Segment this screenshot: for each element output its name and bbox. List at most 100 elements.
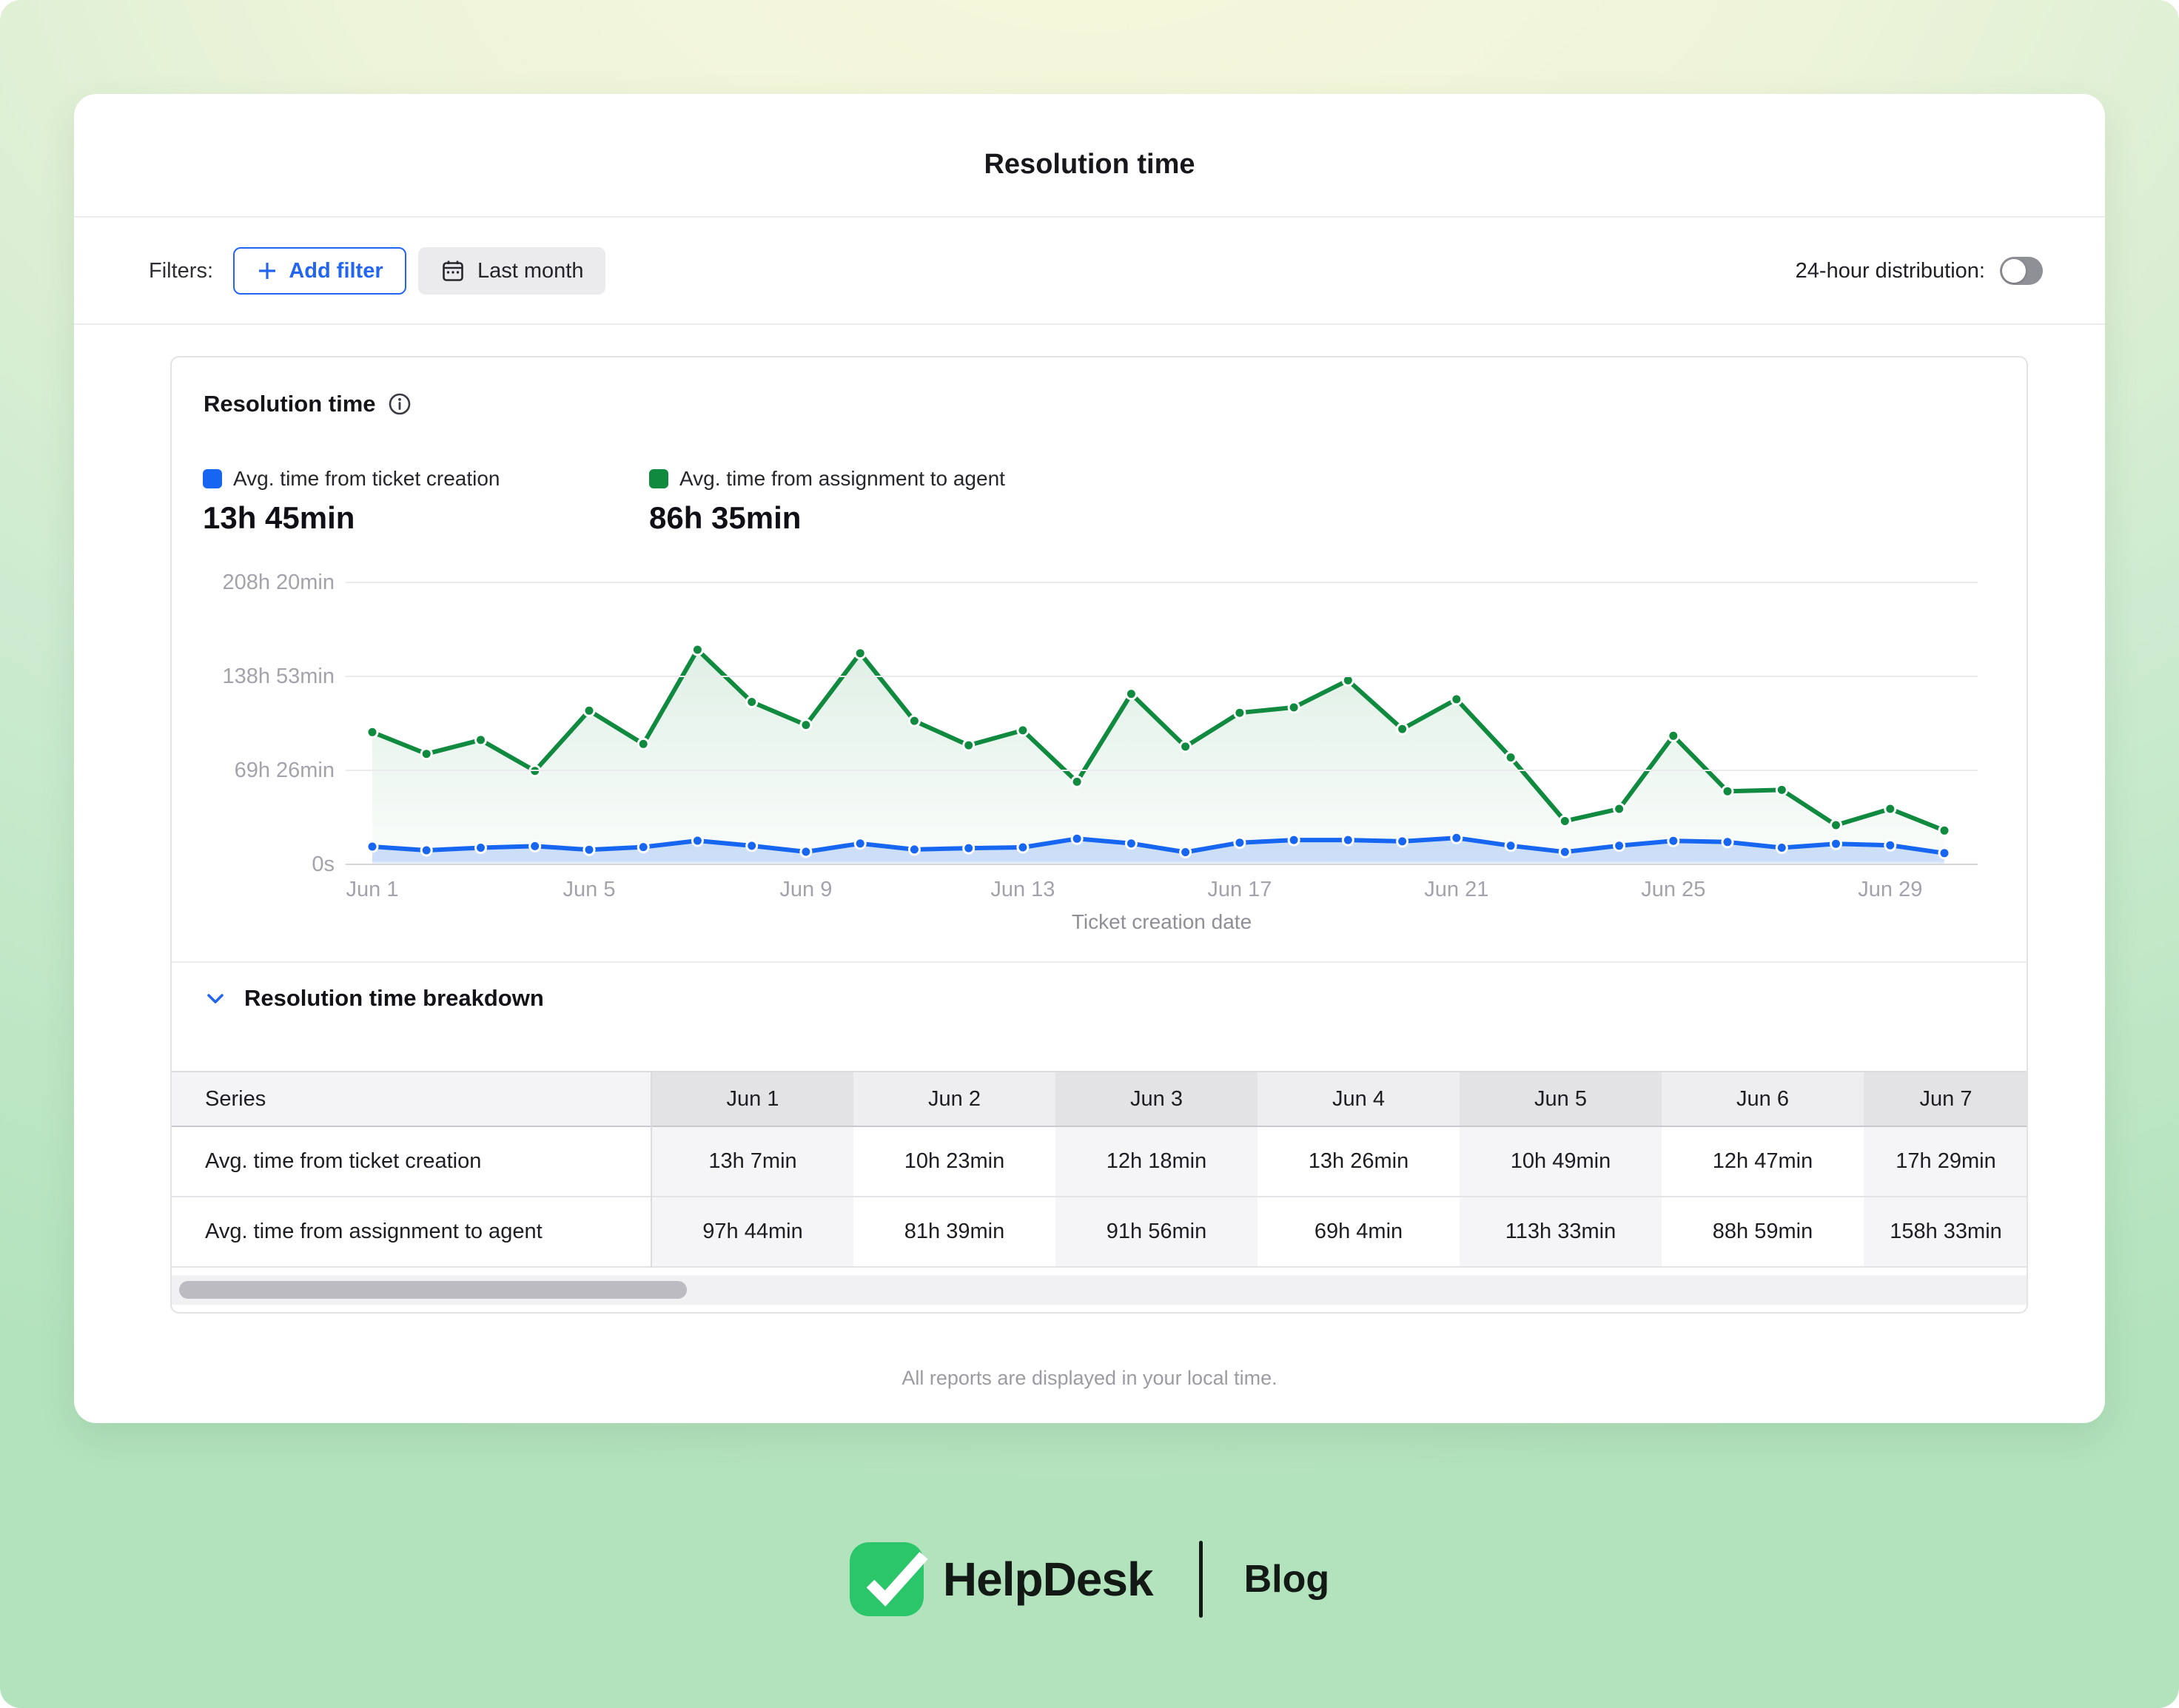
data-point-blue (638, 842, 648, 853)
data-point-blue (421, 845, 432, 855)
gridline (346, 676, 1978, 677)
data-point-green (1939, 825, 1950, 835)
divider (74, 323, 2105, 325)
data-point-green (1614, 804, 1625, 814)
table-row: Avg. time from ticket creation 13h 7min … (172, 1126, 2028, 1197)
info-icon[interactable] (388, 392, 412, 416)
data-point-green (421, 749, 432, 759)
data-point-green (1885, 804, 1896, 814)
y-axis-tick-label: 69h 26min (170, 757, 335, 784)
column-header: Jun 1 (651, 1072, 853, 1126)
card-title-row: Resolution time (204, 391, 412, 417)
y-axis-tick-label: 208h 20min (170, 569, 335, 596)
column-header: Jun 2 (853, 1072, 1055, 1126)
cell-value: 113h 33min (1460, 1197, 1662, 1267)
column-header: Jun 3 (1055, 1072, 1258, 1126)
card-title: Resolution time (204, 391, 376, 417)
distribution-toggle[interactable] (2000, 257, 2043, 285)
date-range-button[interactable]: Last month (418, 247, 605, 295)
data-point-blue (692, 835, 702, 846)
report-card: Resolution time Filters: Add filter (74, 94, 2105, 1423)
cell-value: 12h 47min (1662, 1126, 1864, 1197)
page-title: Resolution time (74, 149, 2105, 181)
plus-icon (256, 260, 278, 282)
data-point-blue (1126, 838, 1136, 849)
gridline (346, 864, 1978, 865)
data-point-green (1776, 784, 1787, 795)
x-axis-tick-label: Jun 25 (1641, 878, 1705, 902)
table-row: Avg. time from assignment to agent 97h 4… (172, 1197, 2028, 1267)
column-header: Jun 6 (1662, 1072, 1864, 1126)
data-point-blue (1072, 833, 1082, 844)
data-point-green (1235, 707, 1245, 718)
data-point-green (1668, 730, 1679, 741)
brand-name: HelpDesk (943, 1552, 1153, 1607)
data-point-green (1722, 786, 1733, 796)
cell-value: 97h 44min (651, 1197, 853, 1267)
data-point-blue (367, 841, 377, 852)
data-point-green (1831, 820, 1841, 830)
gridline (346, 582, 1978, 583)
data-point-green (801, 720, 811, 730)
data-point-green (964, 740, 974, 750)
data-point-blue (1343, 835, 1353, 845)
legend-label: Avg. time from assignment to agent (679, 467, 1005, 491)
row-label: Avg. time from assignment to agent (172, 1197, 651, 1267)
data-point-green (476, 735, 486, 745)
legend-swatch-green (649, 469, 668, 488)
cell-value: 69h 4min (1258, 1197, 1460, 1267)
date-range-label: Last month (477, 259, 583, 283)
data-point-green (1451, 694, 1462, 705)
x-axis-tick-label: Jun 1 (346, 878, 399, 902)
data-point-green (1126, 689, 1136, 699)
data-point-blue (747, 841, 757, 851)
chevron-down-icon (203, 986, 228, 1011)
data-point-green (855, 648, 865, 659)
data-point-green (1559, 816, 1570, 827)
breakdown-toggle[interactable]: Resolution time breakdown (203, 985, 544, 1012)
x-axis-tick-label: Jun 29 (1858, 878, 1922, 902)
data-point-green (367, 727, 377, 737)
toggle-knob (2002, 259, 2026, 283)
data-point-blue (964, 843, 974, 853)
cell-value: 91h 56min (1055, 1197, 1258, 1267)
brand-blog-link: Blog (1244, 1557, 1330, 1601)
data-point-green (638, 739, 648, 749)
legend-item-assignment-agent: Avg. time from assignment to agent 86h 3… (649, 467, 1005, 536)
divider (172, 961, 2027, 963)
add-filter-label: Add filter (289, 259, 383, 283)
cell-value: 17h 29min (1864, 1126, 2028, 1197)
horizontal-scrollbar-track[interactable] (172, 1275, 2027, 1305)
data-point-blue (1885, 840, 1896, 850)
gridline (346, 770, 1978, 771)
data-point-blue (530, 841, 540, 851)
horizontal-scrollbar-thumb[interactable] (179, 1281, 687, 1299)
data-point-green (692, 645, 702, 655)
data-point-blue (1451, 833, 1462, 843)
data-point-green (1018, 725, 1028, 736)
cell-value: 158h 33min (1864, 1197, 2028, 1267)
local-time-note: All reports are displayed in your local … (74, 1367, 2105, 1390)
data-point-blue (1559, 847, 1570, 857)
add-filter-button[interactable]: Add filter (233, 247, 406, 295)
cell-value: 12h 18min (1055, 1126, 1258, 1197)
cell-value: 88h 59min (1662, 1197, 1864, 1267)
data-point-blue (1289, 835, 1299, 845)
legend-swatch-blue (203, 469, 222, 488)
breakdown-title: Resolution time breakdown (244, 985, 544, 1012)
data-point-blue (1397, 836, 1408, 847)
data-point-blue (476, 843, 486, 853)
legend-value: 86h 35min (649, 500, 1005, 536)
filters-bar: Filters: Add filter Last month (149, 247, 605, 295)
cell-value: 10h 23min (853, 1126, 1055, 1197)
data-point-green (1181, 742, 1191, 752)
data-point-blue (1181, 847, 1191, 858)
legend-item-ticket-creation: Avg. time from ticket creation 13h 45min (203, 467, 500, 536)
calendar-icon (440, 258, 466, 283)
data-point-blue (909, 844, 919, 855)
cell-value: 13h 26min (1258, 1126, 1460, 1197)
brand-footer: HelpDesk Blog (0, 1541, 2179, 1618)
data-point-green (1289, 702, 1299, 713)
breakdown-table: Series Jun 1 Jun 2 Jun 3 Jun 4 Jun 5 Jun… (172, 1071, 2028, 1268)
cell-value: 81h 39min (853, 1197, 1055, 1267)
